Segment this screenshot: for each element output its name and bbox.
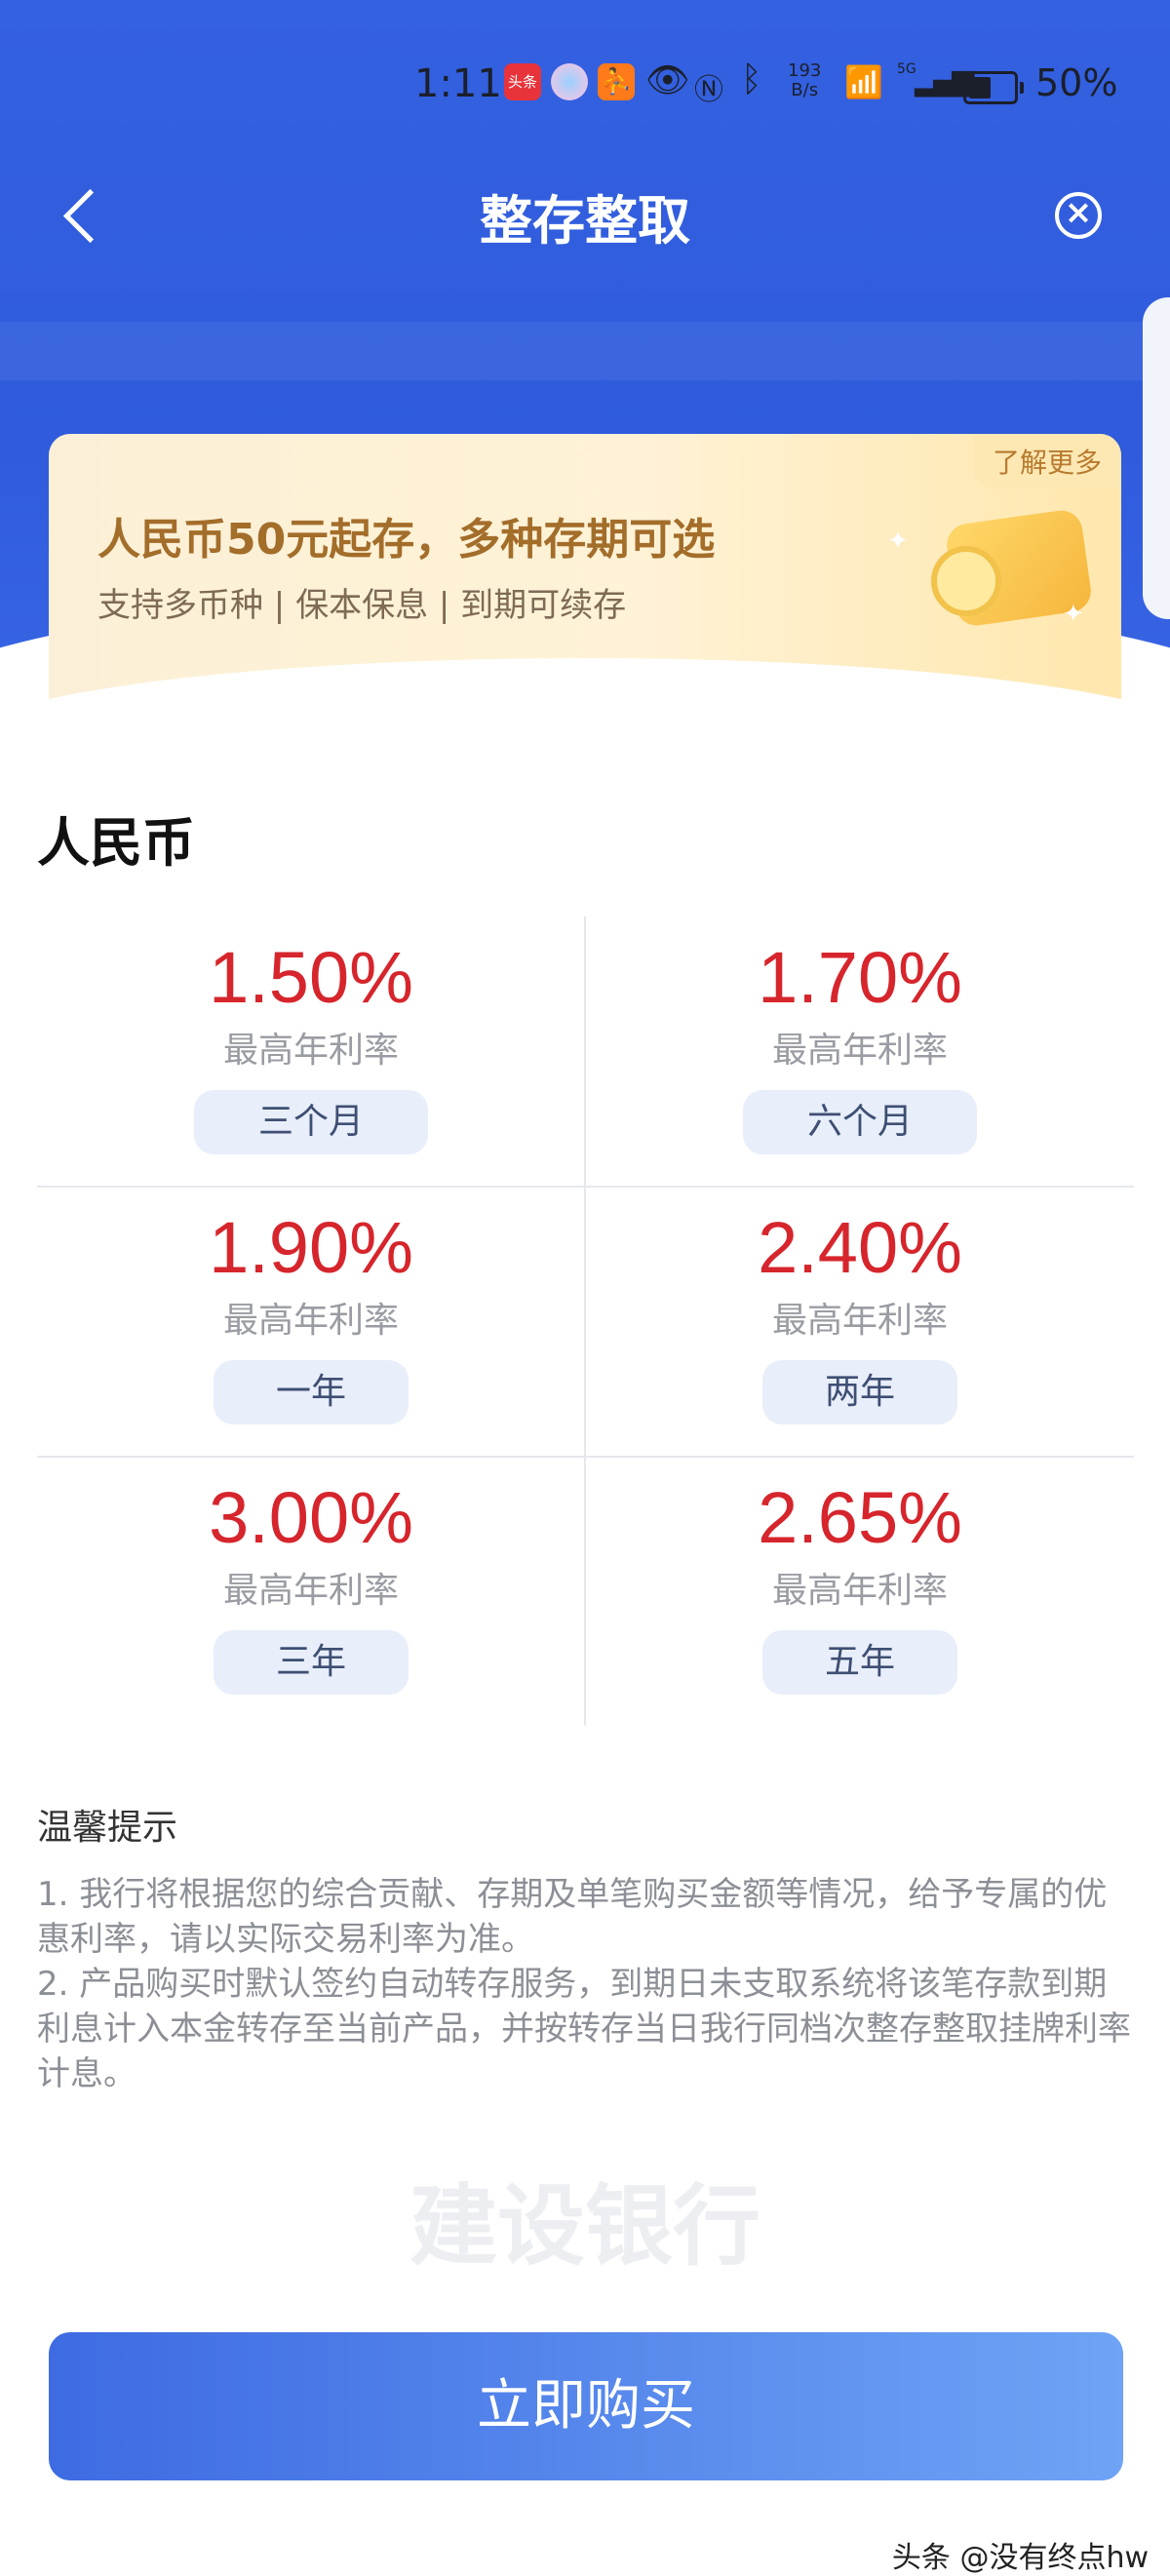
rate-card[interactable]: 2.65% 最高年利率 五年 bbox=[586, 1457, 1134, 1726]
5g-label: 5G bbox=[897, 61, 916, 77]
term-badge: 两年 bbox=[762, 1360, 957, 1425]
toutiao-app-icon: 头条 bbox=[504, 63, 541, 100]
bluetooth-icon: ᛒ bbox=[741, 59, 762, 99]
battery-icon bbox=[963, 71, 1024, 104]
term-badge: 五年 bbox=[762, 1630, 957, 1695]
rate-label: 最高年利率 bbox=[771, 1571, 948, 1611]
rate-value: 2.65% bbox=[758, 1477, 962, 1558]
sparkle-icon: ✦ bbox=[1063, 600, 1084, 629]
eye-icon: 👁 bbox=[645, 60, 690, 100]
buy-now-button[interactable]: 立即购买 bbox=[49, 2332, 1123, 2480]
close-icon: × bbox=[1064, 193, 1093, 232]
rate-label: 最高年利率 bbox=[222, 1571, 399, 1611]
rate-label: 最高年利率 bbox=[771, 1301, 948, 1341]
learn-more-link[interactable]: 了解更多 bbox=[972, 434, 1121, 488]
status-time: 1:11 bbox=[414, 61, 502, 106]
side-tab[interactable] bbox=[1143, 297, 1170, 619]
rate-card[interactable]: 2.40% 最高年利率 两年 bbox=[586, 1187, 1134, 1456]
battery-percent: 50% bbox=[1035, 61, 1118, 104]
rates-grid: 1.50% 最高年利率 三个月 1.70% 最高年利率 六个月 1.90% 最高… bbox=[37, 917, 1134, 1726]
network-speed: 193 B/s bbox=[788, 61, 821, 100]
banner-subtitle: 支持多币种 | 保本保息 | 到期可续存 bbox=[98, 586, 627, 625]
battery-fill bbox=[969, 77, 991, 98]
signal-icon: ▂▄▆ bbox=[915, 63, 974, 98]
rate-card[interactable]: 1.90% 最高年利率 一年 bbox=[37, 1187, 585, 1456]
rate-label: 最高年利率 bbox=[771, 1031, 948, 1071]
rate-value: 1.70% bbox=[758, 937, 962, 1018]
notification-app-icon bbox=[551, 63, 588, 100]
rate-value: 3.00% bbox=[209, 1477, 413, 1558]
rate-card[interactable]: 1.50% 最高年利率 三个月 bbox=[37, 917, 585, 1186]
rate-card[interactable]: 1.70% 最高年利率 六个月 bbox=[586, 917, 1134, 1186]
network-speed-unit: B/s bbox=[791, 80, 819, 100]
rate-label: 最高年利率 bbox=[222, 1301, 399, 1341]
tip-item: 1. 我行将根据您的综合贡献、存期及单笔购买金额等情况，给予专属的优惠利率，请以… bbox=[37, 1875, 1108, 1959]
rate-value: 1.50% bbox=[209, 937, 413, 1018]
term-badge: 六个月 bbox=[743, 1090, 977, 1154]
promo-banner[interactable]: 人民币50元起存，多种存期可选 支持多币种 | 保本保息 | 到期可续存 了解更… bbox=[49, 434, 1121, 717]
close-button[interactable]: × bbox=[1055, 192, 1102, 239]
rate-value: 2.40% bbox=[758, 1207, 962, 1288]
tips-text: 1. 我行将根据您的综合贡献、存期及单笔购买金额等情况，给予专属的优惠利率，请以… bbox=[37, 1872, 1134, 2096]
sparkle-icon: ✦ bbox=[887, 527, 909, 556]
rate-card[interactable]: 3.00% 最高年利率 三年 bbox=[37, 1457, 585, 1726]
bank-watermark: 建设银行 bbox=[410, 2175, 760, 2278]
status-bar: 1:11 头条 ⛹ 👁 Ⓝ ᛒ 193 B/s 📶 5G ▂▄▆ 50% bbox=[0, 54, 1170, 122]
wifi-icon: 📶 bbox=[844, 63, 883, 100]
tip-item: 2. 产品购买时默认签约自动转存服务，到期日未支取系统将该笔存款到期利息计入本金… bbox=[37, 1965, 1131, 2093]
banner-title: 人民币50元起存，多种存期可选 bbox=[98, 515, 716, 565]
network-speed-value: 193 bbox=[788, 60, 822, 81]
rate-value: 1.90% bbox=[209, 1207, 413, 1288]
banner-curve bbox=[49, 658, 1121, 717]
page-title: 整存整取 bbox=[480, 190, 690, 252]
term-badge: 三个月 bbox=[194, 1090, 428, 1154]
header-stripe bbox=[0, 322, 1170, 380]
rate-label: 最高年利率 bbox=[222, 1031, 399, 1071]
term-badge: 三年 bbox=[214, 1630, 409, 1695]
source-watermark: 头条 @没有终点hw bbox=[891, 2541, 1149, 2575]
term-badge: 一年 bbox=[214, 1360, 409, 1425]
nfc-icon: Ⓝ bbox=[694, 73, 723, 107]
running-app-icon: ⛹ bbox=[598, 63, 635, 100]
currency-title: 人民币 bbox=[37, 812, 195, 874]
tips-title: 温馨提示 bbox=[37, 1808, 178, 1848]
clock-shape bbox=[931, 546, 1001, 616]
